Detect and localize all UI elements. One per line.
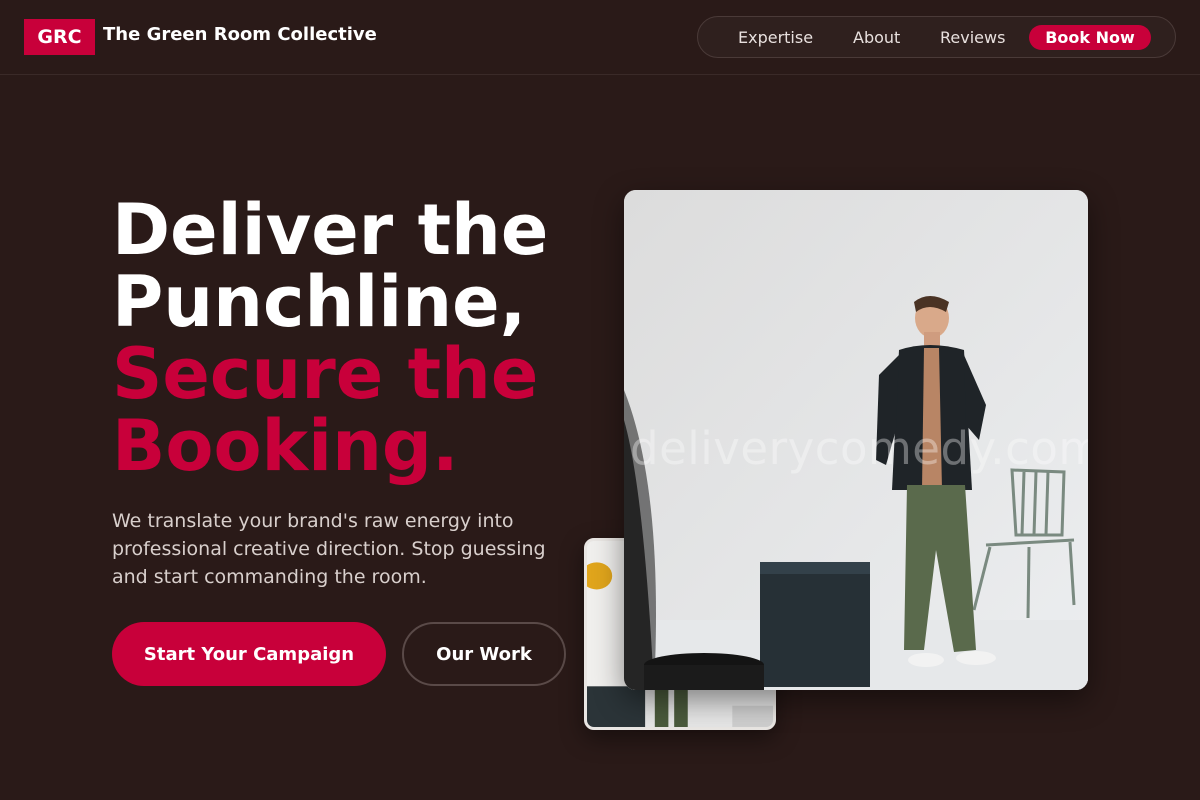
headline-line-1: Deliver the	[112, 189, 549, 271]
our-work-button[interactable]: Our Work	[402, 622, 566, 686]
hero-headline: Deliver the Punchline, Secure the Bookin…	[112, 194, 612, 482]
nav-link-reviews[interactable]: Reviews	[940, 28, 1005, 47]
headline-accent-line-1: Secure the	[112, 333, 539, 415]
headline-line-2: Punchline,	[112, 261, 527, 343]
hero-photo: deliverycomedy.com	[624, 190, 1088, 690]
main-nav: Expertise About Reviews Book Now	[697, 16, 1176, 58]
brand-name[interactable]: The Green Room Collective	[103, 24, 377, 45]
nav-link-about[interactable]: About	[853, 28, 900, 47]
hero-subcopy: We translate your brand's raw energy int…	[112, 510, 546, 588]
nav-link-expertise[interactable]: Expertise	[738, 28, 813, 47]
book-now-button[interactable]: Book Now	[1029, 25, 1151, 50]
headline-accent-line-2: Booking.	[112, 405, 459, 487]
site-header: GRC The Green Room Collective Expertise …	[0, 0, 1200, 75]
start-campaign-button[interactable]: Start Your Campaign	[112, 622, 386, 686]
photo-watermark: deliverycomedy.com	[630, 422, 1088, 475]
logo-badge[interactable]: GRC	[24, 19, 95, 55]
